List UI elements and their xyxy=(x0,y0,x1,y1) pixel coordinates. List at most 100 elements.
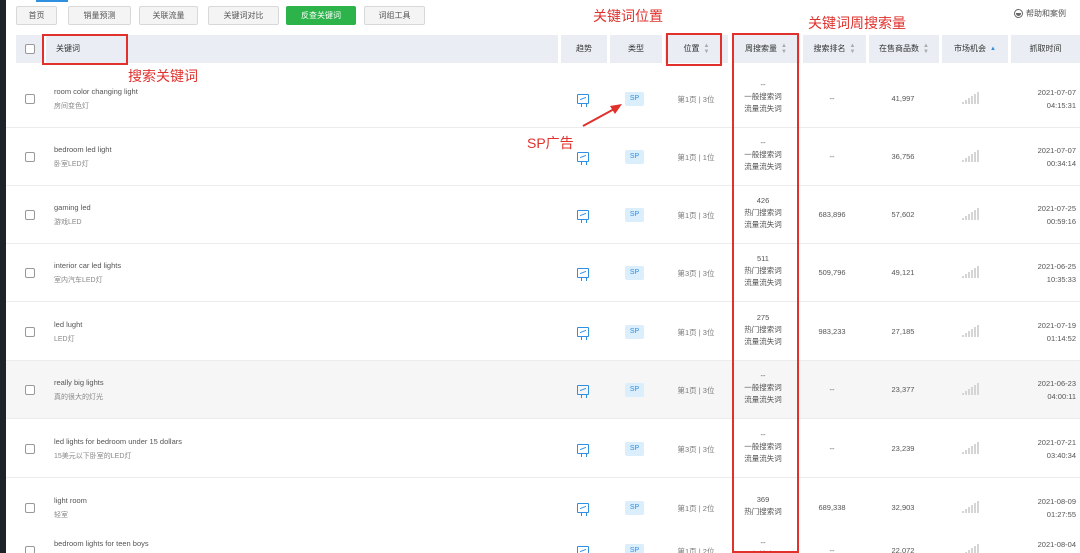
table-row: led lught LED灯 SP 第1页 | 3位 275 热门搜索词 流量流失词 983,… xyxy=(6,303,1080,361)
trend-chart-icon[interactable] xyxy=(577,444,589,457)
header-market-opportunity-label: 市场机会 xyxy=(954,44,987,53)
row-checkbox[interactable] xyxy=(25,327,35,337)
sort-icon[interactable]: ▲ ▼ xyxy=(850,43,856,55)
fetch-date: 2021-07-07 xyxy=(1037,88,1076,97)
type-badge: SP xyxy=(625,501,644,515)
row-checkbox[interactable] xyxy=(25,385,35,395)
type-badge: SP xyxy=(625,266,644,280)
position-value: 第3页 | 3位 xyxy=(677,445,715,454)
position-value: 第1页 | 3位 xyxy=(677,328,715,337)
search-rank-value: 689,338 xyxy=(818,503,846,512)
search-rank-value: -- xyxy=(829,94,835,103)
annotation-search-keyword: 搜索关键词 xyxy=(128,68,198,84)
fetch-time: 2021-06-23 04:00:11 xyxy=(1016,377,1076,403)
type-badge: SP xyxy=(625,92,644,106)
search-rank-value: 983,233 xyxy=(818,327,846,336)
header-goods-count[interactable]: 在售商品数 ▲ ▼ xyxy=(869,35,939,63)
fetch-date: 2021-07-07 xyxy=(1037,146,1076,155)
keyword-en[interactable]: led lights for bedroom under 15 dollars xyxy=(54,437,182,446)
tab-phrase-tool[interactable]: 词组工具 xyxy=(364,6,425,25)
row-checkbox[interactable] xyxy=(25,444,35,454)
row-checkbox[interactable] xyxy=(25,503,35,513)
sort-icon[interactable]: ▲ ▼ xyxy=(923,43,929,55)
keyword-en[interactable]: led lught xyxy=(54,320,82,329)
trend-chart-icon[interactable] xyxy=(577,268,589,281)
trend-chart-icon[interactable] xyxy=(577,210,589,223)
keyword-cn: 真的很大的灯光 xyxy=(54,394,103,401)
keyword-en[interactable]: interior car led lights xyxy=(54,261,121,270)
help-icon xyxy=(1014,9,1023,18)
row-checkbox[interactable] xyxy=(25,268,35,278)
keyword-en[interactable]: light room xyxy=(54,496,87,505)
trend-chart-icon[interactable] xyxy=(577,327,589,340)
goods-count-value: 49,121 xyxy=(891,268,915,277)
annotation-arrow-icon xyxy=(582,104,622,127)
header-search-rank[interactable]: 搜索排名 ▲ ▼ xyxy=(803,35,866,63)
fetch-clock: 04:00:11 xyxy=(1047,392,1076,401)
market-signal-icon xyxy=(962,92,982,104)
annotation-box-weekly-volume xyxy=(732,33,799,553)
row-checkbox[interactable] xyxy=(25,546,35,553)
market-signal-icon xyxy=(962,150,982,162)
goods-count-value: 27,185 xyxy=(891,327,915,336)
type-badge: SP xyxy=(625,208,644,222)
annotation-keyword-position: 关键词位置 xyxy=(593,8,663,24)
trend-chart-icon[interactable] xyxy=(577,385,589,398)
market-signal-icon xyxy=(962,208,982,220)
row-checkbox[interactable] xyxy=(25,94,35,104)
position-value: 第1页 | 3位 xyxy=(677,95,715,104)
tab-sales-forecast[interactable]: 销量预测 xyxy=(68,6,131,25)
sort-asc-icon[interactable]: ▲ xyxy=(990,46,996,52)
keyword-en[interactable]: bedroom led light xyxy=(54,145,112,154)
fetch-clock: 00:59:16 xyxy=(1046,217,1076,226)
fetch-clock: 01:27:55 xyxy=(1046,510,1076,519)
market-signal-icon xyxy=(962,325,982,337)
tab-indicator xyxy=(36,0,68,2)
search-rank-value: -- xyxy=(829,444,835,453)
header-type: 类型 xyxy=(610,35,662,63)
trend-chart-icon[interactable] xyxy=(577,152,589,165)
annotation-weekly-volume: 关键词周搜索量 xyxy=(808,15,906,31)
market-signal-icon xyxy=(962,544,982,553)
goods-count-value: 57,602 xyxy=(891,210,915,219)
fetch-time: 2021-08-09 01:27:55 xyxy=(1016,495,1076,521)
page: 首页 销量预测 关联流量 关键词对比 反查关键词 词组工具 帮助和案例 关键词 … xyxy=(0,0,1080,553)
row-checkbox[interactable] xyxy=(25,152,35,162)
market-signal-icon xyxy=(962,442,982,454)
trend-chart-icon[interactable] xyxy=(577,503,589,516)
select-all-checkbox[interactable] xyxy=(25,44,35,54)
goods-count-value: 23,377 xyxy=(891,385,915,394)
table-row: bedroom lights for teen boys青少年男孩的卧室灯SP第… xyxy=(6,522,1080,553)
fetch-clock: 10:35:33 xyxy=(1046,275,1076,284)
annotation-box-keyword xyxy=(42,34,128,65)
header-goods-count-label: 在售商品数 xyxy=(879,44,920,53)
keyword-en[interactable]: room color changing light xyxy=(54,87,138,96)
row-checkbox[interactable] xyxy=(25,210,35,220)
market-signal-icon xyxy=(962,501,982,513)
table-row: interior car led lights 室内汽车LED灯 SP 第3页 | 3… xyxy=(6,244,1080,302)
trend-chart-icon[interactable] xyxy=(577,546,589,553)
tab-home[interactable]: 首页 xyxy=(16,6,57,25)
keyword-en[interactable]: really big lights xyxy=(54,378,104,387)
type-badge: SP xyxy=(625,383,644,397)
fetch-time: 2021-07-07 00:34:14 xyxy=(1016,144,1076,170)
keyword-en[interactable]: gaming led xyxy=(54,203,91,212)
fetch-date: 2021-07-19 xyxy=(1037,321,1076,330)
fetch-date: 2021-07-25 xyxy=(1037,204,1076,213)
tab-related-traffic[interactable]: 关联流量 xyxy=(139,6,198,25)
search-rank-value: 509,796 xyxy=(818,268,846,277)
goods-count-value: 22,072 xyxy=(891,546,915,553)
header-market-opportunity[interactable]: 市场机会 ▲ xyxy=(942,35,1008,63)
fetch-date: 2021-08-04 xyxy=(1037,540,1076,549)
fetch-date: 2021-06-25 xyxy=(1037,262,1076,271)
fetch-date: 2021-08-09 xyxy=(1037,497,1076,506)
tab-reverse-keyword[interactable]: 反查关键词 xyxy=(286,6,356,25)
type-badge: SP xyxy=(625,325,644,339)
fetch-clock: 01:14:52 xyxy=(1046,334,1076,343)
search-rank-value: -- xyxy=(829,152,835,161)
tab-keyword-compare[interactable]: 关键词对比 xyxy=(208,6,279,25)
keyword-cn: 游戏LED xyxy=(54,219,82,226)
keyword-en[interactable]: bedroom lights for teen boys xyxy=(54,539,149,548)
help-link[interactable]: 帮助和案例 xyxy=(1014,8,1066,19)
header-trend: 趋势 xyxy=(561,35,607,63)
